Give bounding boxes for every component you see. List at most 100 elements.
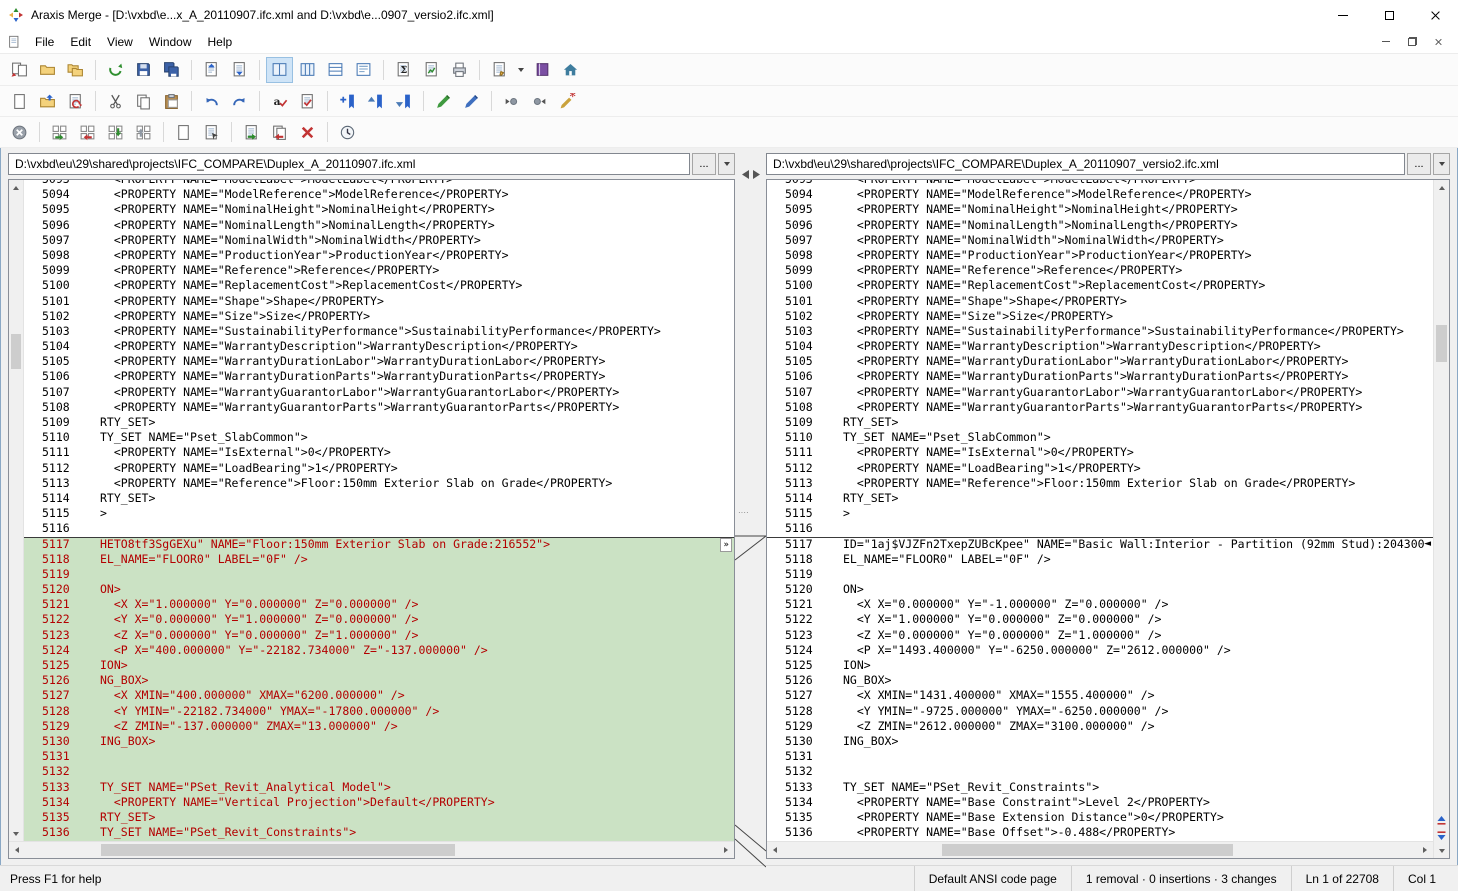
blank-page-button[interactable]: [170, 119, 197, 145]
scrollbar-thumb[interactable]: [1436, 325, 1447, 362]
right-path-dropdown-button[interactable]: [1433, 153, 1450, 175]
scroll-up-button[interactable]: [9, 180, 23, 195]
toggle-bookmark-button[interactable]: [334, 88, 361, 114]
redo-button[interactable]: [226, 88, 253, 114]
maximize-button[interactable]: [1366, 0, 1412, 30]
line-number: 5122: [767, 612, 831, 627]
three-way-layout-button[interactable]: [294, 57, 321, 83]
svg-text:a: a: [274, 95, 281, 108]
merge-all-down-button[interactable]: [102, 119, 129, 145]
scrollbar-thumb[interactable]: [11, 334, 21, 369]
print-button[interactable]: [446, 57, 473, 83]
merge-all-up-button[interactable]: [130, 119, 157, 145]
right-horizontal-scrollbar[interactable]: [767, 841, 1433, 858]
scroll-down-button[interactable]: [1434, 843, 1449, 858]
next-difference-button[interactable]: [1434, 828, 1449, 843]
two-way-layout-button[interactable]: [266, 57, 293, 83]
next-bookmark-button[interactable]: [390, 88, 417, 114]
left-vertical-scrollbar[interactable]: [9, 180, 24, 841]
splitter-handle[interactable]: [742, 170, 760, 179]
scroll-down-button[interactable]: [9, 826, 23, 841]
open-button[interactable]: [34, 57, 61, 83]
menu-help[interactable]: Help: [200, 31, 241, 53]
left-code-view[interactable]: 5093 <PROPERTY NAME="ModelLabel">ModelLa…: [24, 180, 734, 841]
merge-right-button[interactable]: [74, 119, 101, 145]
save-button[interactable]: [130, 57, 157, 83]
scrollbar-thumb[interactable]: [101, 844, 454, 856]
approve-button[interactable]: [294, 88, 321, 114]
history-button[interactable]: [334, 119, 361, 145]
new-file-button[interactable]: [6, 88, 33, 114]
left-horizontal-scrollbar[interactable]: [9, 841, 734, 858]
launch-editor-button[interactable]: [198, 119, 225, 145]
next-change-button[interactable]: [526, 88, 553, 114]
mdi-minimize-button[interactable]: [1379, 35, 1393, 49]
previous-change-button[interactable]: [498, 88, 525, 114]
menu-window[interactable]: Window: [141, 31, 200, 53]
scroll-right-button[interactable]: [1417, 842, 1433, 858]
edit-right-button[interactable]: [458, 88, 485, 114]
bookmarks-button[interactable]: [529, 57, 556, 83]
revert-button[interactable]: [62, 88, 89, 114]
code-line: 5121 <X X="0.000000" Y="-1.000000" Z="0.…: [767, 597, 1433, 612]
right-file-path-input[interactable]: [766, 153, 1405, 175]
scrollbar-thumb[interactable]: [942, 844, 1234, 856]
menu-view[interactable]: View: [99, 31, 141, 53]
mdi-close-button[interactable]: [1431, 35, 1445, 49]
next-file-button[interactable]: [226, 57, 253, 83]
edit-merge-button[interactable]: *: [554, 88, 581, 114]
scrollbar-track[interactable]: [9, 195, 23, 826]
right-browse-button[interactable]: ...: [1407, 153, 1431, 175]
code-line: 5113 <PROPERTY NAME="Reference">Floor:15…: [24, 476, 734, 491]
close-button[interactable]: [1412, 0, 1458, 30]
mdi-restore-button[interactable]: [1405, 35, 1419, 49]
statistics-button[interactable]: Σ: [390, 57, 417, 83]
left-path-dropdown-button[interactable]: [718, 153, 735, 175]
code-line: 5116: [767, 521, 1433, 536]
report-button[interactable]: [418, 57, 445, 83]
left-file-path-input[interactable]: [8, 153, 690, 175]
scroll-right-button[interactable]: [718, 842, 734, 858]
line-number: 5136: [767, 825, 831, 840]
undo-button[interactable]: [198, 88, 225, 114]
home-button[interactable]: [557, 57, 584, 83]
options-button[interactable]: [486, 57, 513, 83]
merge-left-button[interactable]: [46, 119, 73, 145]
right-vertical-scrollbar[interactable]: [1433, 180, 1449, 858]
scrollbar-track[interactable]: [1434, 195, 1449, 813]
cancel-button[interactable]: [6, 119, 33, 145]
copy-button[interactable]: [130, 88, 157, 114]
minimize-button[interactable]: [1320, 0, 1366, 30]
open-workspace-button[interactable]: [62, 57, 89, 83]
spelling-button[interactable]: a: [266, 88, 293, 114]
menu-file[interactable]: File: [27, 31, 62, 53]
text-view-button[interactable]: [322, 57, 349, 83]
line-number: 5119: [24, 567, 88, 582]
left-browse-button[interactable]: ...: [692, 153, 716, 175]
scroll-up-button[interactable]: [1434, 180, 1449, 195]
scroll-left-button[interactable]: [9, 842, 25, 858]
open-file-button[interactable]: [34, 88, 61, 114]
menu-edit[interactable]: Edit: [62, 31, 99, 53]
options-button-dropdown[interactable]: [514, 57, 528, 83]
code-line: 5097 <PROPERTY NAME="NominalWidth">Nomin…: [767, 233, 1433, 248]
previous-file-button[interactable]: [198, 57, 225, 83]
edit-left-button[interactable]: [430, 88, 457, 114]
code-line: 5098 <PROPERTY NAME="ProductionYear">Pro…: [24, 248, 734, 263]
scroll-left-button[interactable]: [767, 842, 783, 858]
remove-button[interactable]: [294, 119, 321, 145]
copy-to-right-button[interactable]: [238, 119, 265, 145]
previous-difference-button[interactable]: [1434, 813, 1449, 828]
merged-view-button[interactable]: [350, 57, 377, 83]
line-text: TY_SET NAME="PSet_Revit_Constraints">: [831, 780, 1433, 795]
copy-to-left-button[interactable]: [266, 119, 293, 145]
right-code-view[interactable]: 5093 <PROPERTY NAME="ModelLabel">ModelLa…: [767, 180, 1433, 841]
paste-button[interactable]: [158, 88, 185, 114]
cut-button[interactable]: [102, 88, 129, 114]
scrollbar-track[interactable]: [25, 842, 718, 858]
previous-bookmark-button[interactable]: [362, 88, 389, 114]
new-comparison-button[interactable]: [6, 57, 33, 83]
scrollbar-track[interactable]: [783, 842, 1417, 858]
save-all-button[interactable]: [158, 57, 185, 83]
recompare-button[interactable]: [102, 57, 129, 83]
